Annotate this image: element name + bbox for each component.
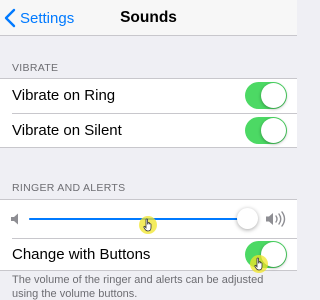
vibrate-on-silent-label: Vibrate on Silent [12,122,122,139]
navigation-bar: Settings Sounds [0,0,297,36]
section-header-ringer: RINGER AND ALERTS [12,182,126,194]
speaker-low-icon [11,213,18,225]
row-vibrate-on-ring: Vibrate on Ring [0,79,297,113]
change-with-buttons-label: Change with Buttons [12,246,151,263]
volume-slider-thumb[interactable] [236,208,258,229]
vibrate-on-silent-toggle[interactable] [245,117,287,144]
hand-pointer-icon [143,218,152,232]
toggle-knob [261,118,286,143]
row-vibrate-on-silent: Vibrate on Silent [0,114,297,148]
toggle-knob [261,83,286,108]
vibrate-on-ring-toggle[interactable] [245,82,287,109]
hand-pointer-icon [254,257,263,271]
ringer-footer-note: The volume of the ringer and alerts can … [12,274,264,300]
page-title: Sounds [120,9,177,26]
vibrate-group: Vibrate on Ring Vibrate on Silent [0,78,297,148]
tap-indicator [250,255,268,273]
vibrate-on-ring-label: Vibrate on Ring [12,87,116,104]
volume-slider-fill [29,218,248,220]
tap-indicator [139,216,157,234]
speaker-high-icon [266,211,286,227]
section-header-vibrate: VIBRATE [12,62,59,74]
